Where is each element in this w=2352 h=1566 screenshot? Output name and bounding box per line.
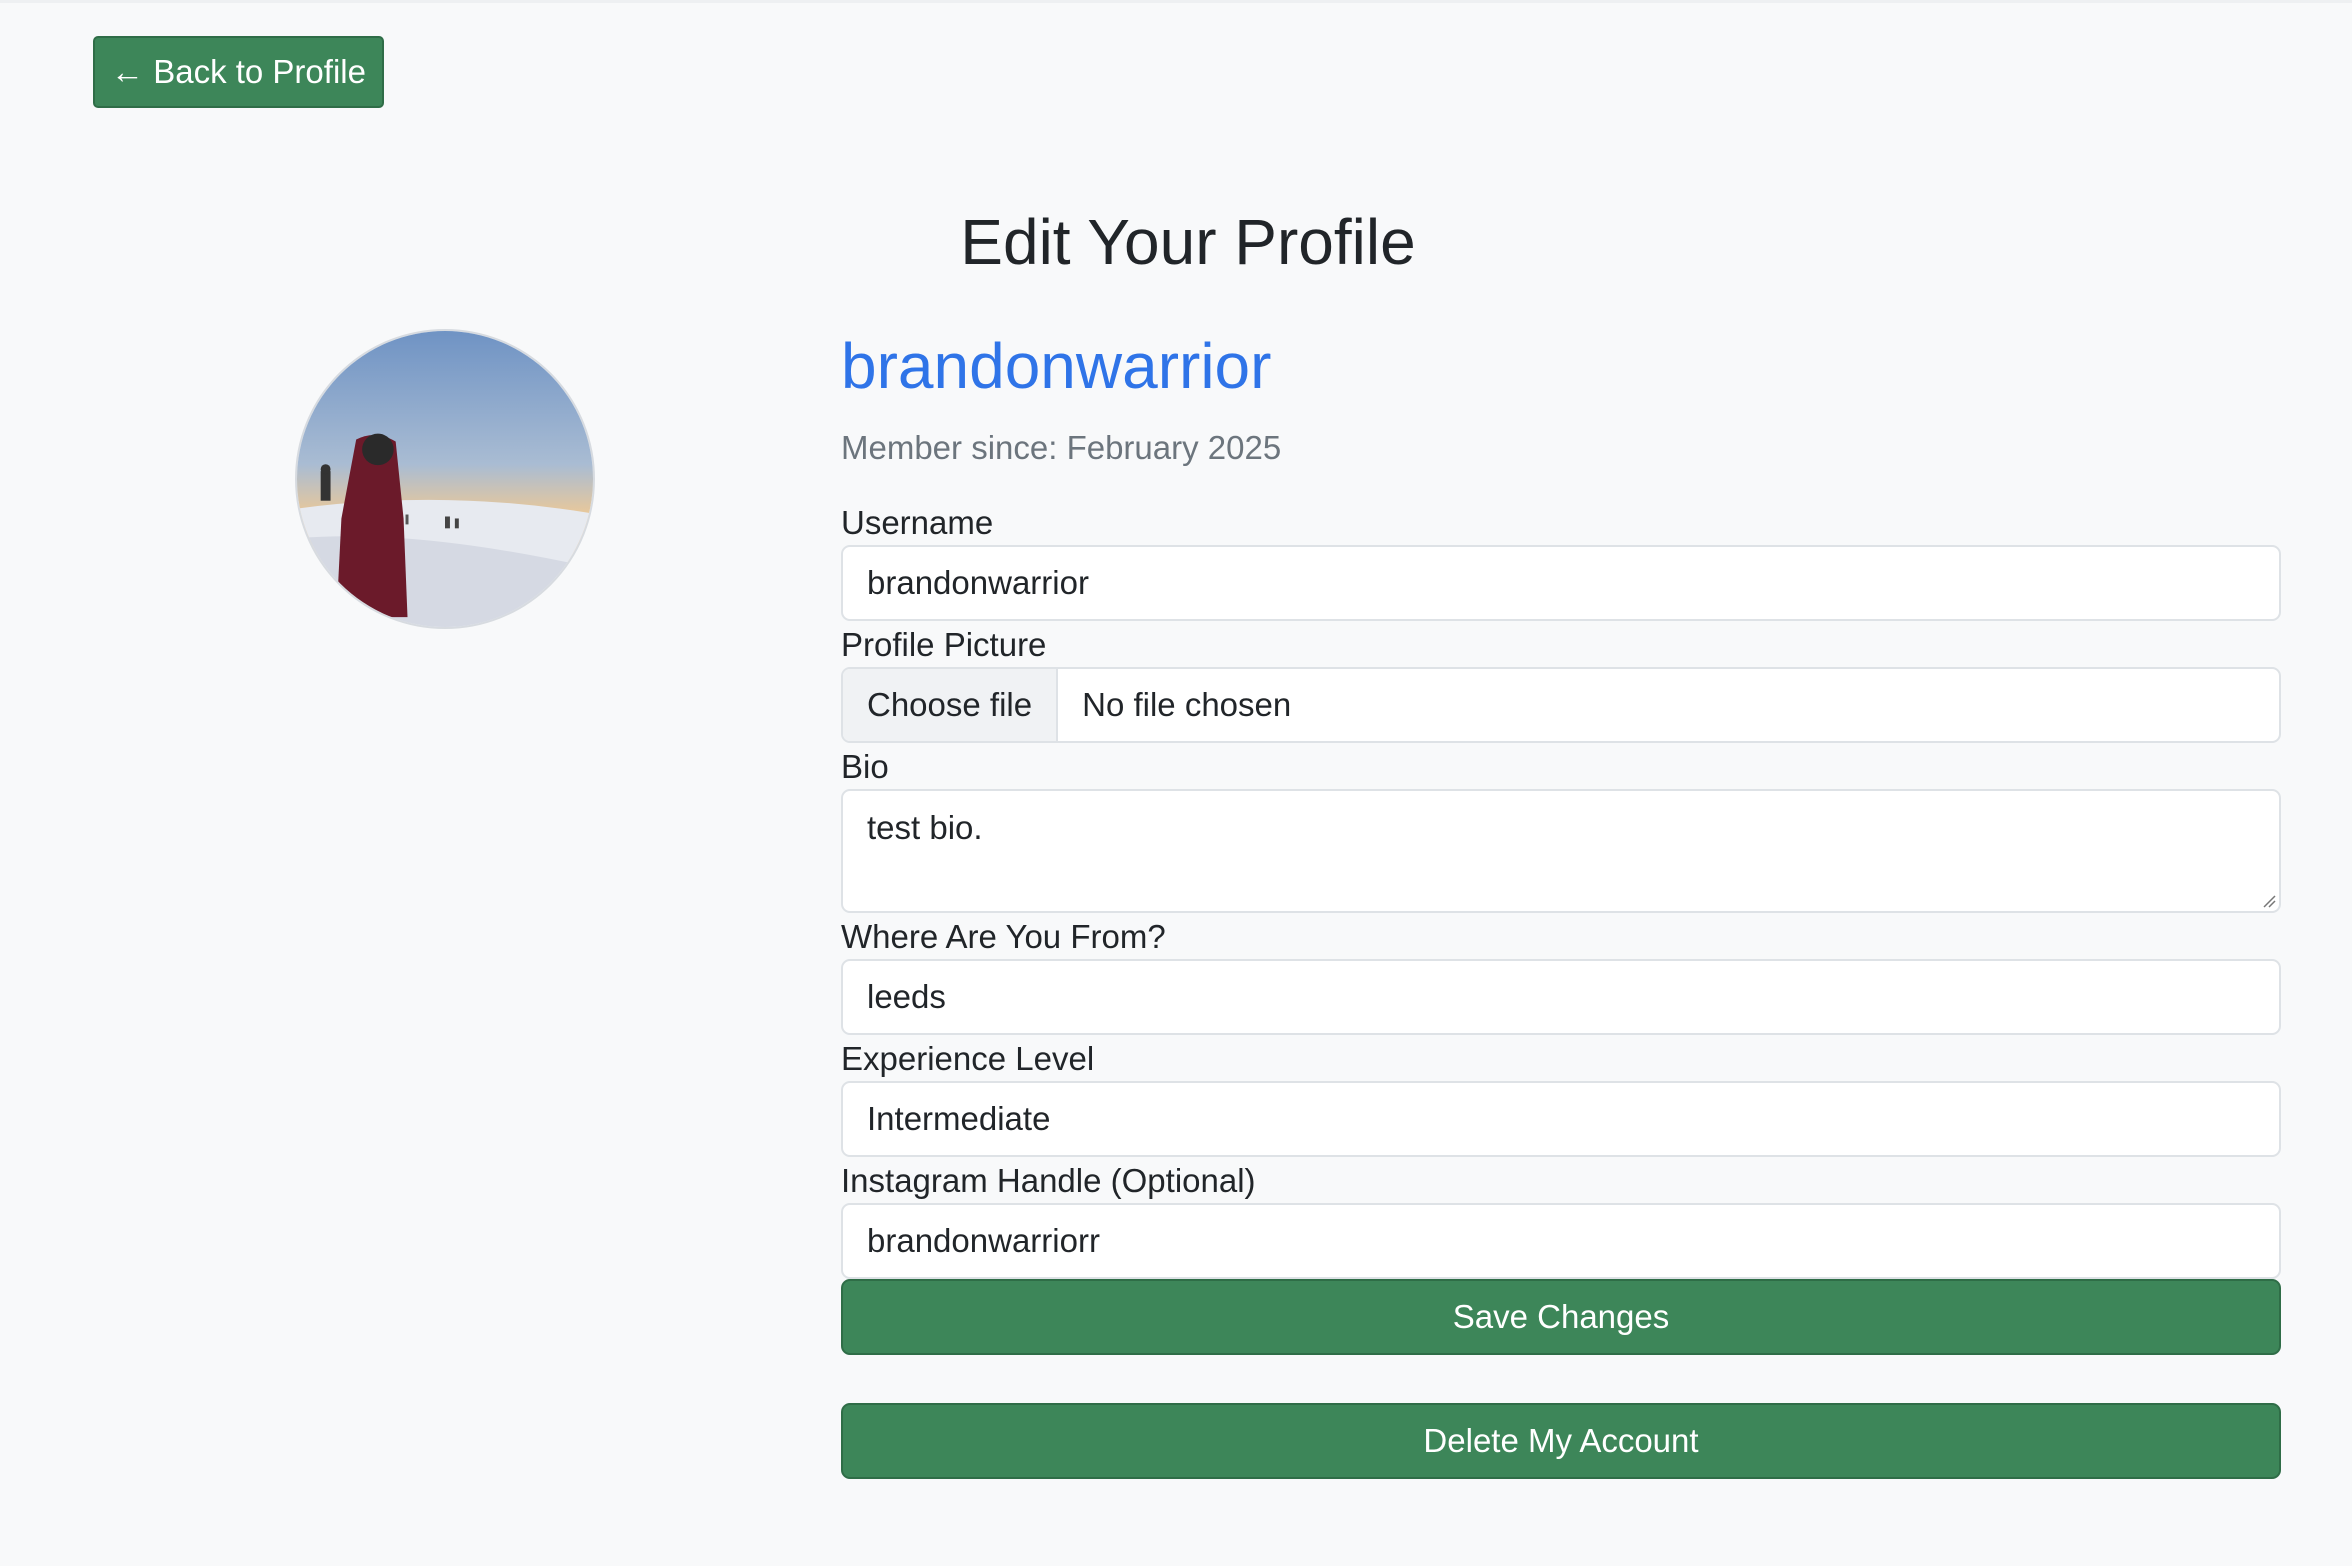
avatar-photo bbox=[297, 331, 593, 627]
experience-input[interactable]: Intermediate bbox=[841, 1081, 2281, 1157]
page-title: Edit Your Profile bbox=[960, 206, 1416, 278]
username-heading: brandonwarrior bbox=[841, 330, 1272, 402]
bio-textarea[interactable]: test bio. bbox=[841, 789, 2281, 913]
delete-account-label: Delete My Account bbox=[1423, 1422, 1699, 1459]
profile-edit-panel: brandonwarrior Member since: February 20… bbox=[841, 316, 2281, 1479]
username-input[interactable]: brandonwarrior bbox=[841, 545, 2281, 621]
location-value: leeds bbox=[867, 978, 946, 1015]
resize-grip-icon[interactable] bbox=[2260, 892, 2276, 908]
save-changes-label: Save Changes bbox=[1452, 1298, 1670, 1335]
instagram-value: brandonwarriorr bbox=[867, 1222, 1100, 1259]
delete-account-button[interactable]: Delete My Account bbox=[841, 1403, 2281, 1479]
bio-label: Bio bbox=[841, 748, 889, 785]
file-status-text: No file chosen bbox=[1082, 686, 1292, 723]
choose-file-label: Choose file bbox=[867, 686, 1033, 723]
choose-file-button[interactable]: Choose file bbox=[843, 669, 1059, 741]
profile-picture-input[interactable]: Choose file No file chosen bbox=[841, 667, 2281, 743]
username-value: brandonwarrior bbox=[867, 564, 1089, 601]
avatar bbox=[295, 329, 595, 629]
instagram-input[interactable]: brandonwarriorr bbox=[841, 1203, 2281, 1279]
location-label: Where Are You From? bbox=[841, 918, 1166, 955]
save-changes-button[interactable]: Save Changes bbox=[841, 1279, 2281, 1355]
profile-picture-label: Profile Picture bbox=[841, 626, 1047, 663]
experience-label: Experience Level bbox=[841, 1040, 1095, 1077]
bio-value: test bio. bbox=[867, 809, 983, 846]
back-button-label: ← Back to Profile bbox=[111, 53, 366, 90]
top-border bbox=[0, 0, 2352, 3]
location-input[interactable]: leeds bbox=[841, 959, 2281, 1035]
username-label: Username bbox=[841, 504, 994, 541]
member-since-text: Member since: February 2025 bbox=[841, 429, 1282, 466]
instagram-label: Instagram Handle (Optional) bbox=[841, 1162, 1256, 1199]
experience-value: Intermediate bbox=[867, 1100, 1051, 1137]
back-to-profile-button[interactable]: ← Back to Profile bbox=[93, 36, 384, 108]
